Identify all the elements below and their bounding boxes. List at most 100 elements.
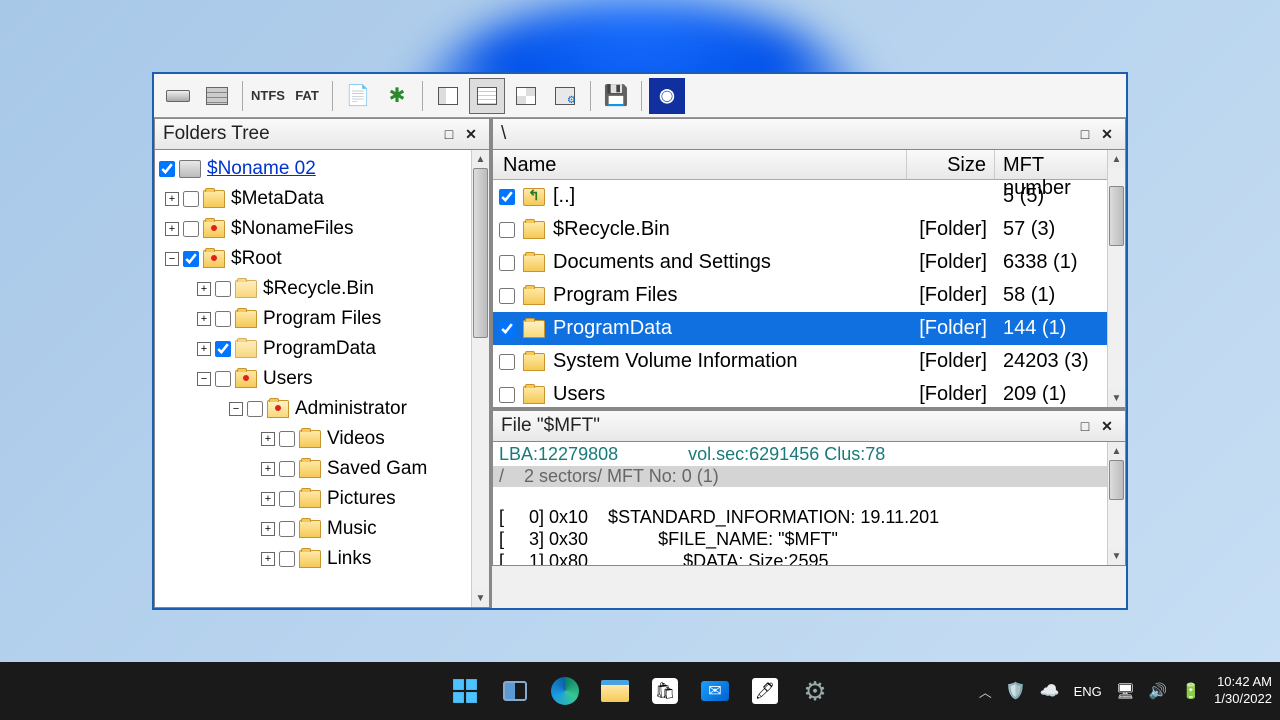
save-btn[interactable]: 💾 bbox=[598, 78, 634, 114]
tree-chk-root[interactable] bbox=[159, 161, 175, 177]
taskview-button[interactable] bbox=[494, 670, 536, 712]
tree-users[interactable]: Users bbox=[263, 368, 313, 390]
file-row[interactable]: Documents and Settings[Folder]6338 (1) bbox=[493, 246, 1125, 279]
list-close-btn[interactable]: ✕ bbox=[1097, 124, 1117, 144]
tree-close-btn[interactable]: ✕ bbox=[461, 124, 481, 144]
scroll-down-icon[interactable]: ▼ bbox=[1108, 547, 1125, 565]
tree-exp-recycle[interactable]: + bbox=[197, 282, 211, 296]
scroll-thumb[interactable] bbox=[1109, 460, 1124, 500]
tree-chk-metadata[interactable] bbox=[183, 191, 199, 207]
file-chk[interactable] bbox=[499, 222, 515, 238]
scroll-down-icon[interactable]: ▼ bbox=[1108, 389, 1125, 407]
edge-button[interactable] bbox=[544, 670, 586, 712]
tray-network-icon[interactable]: 🖥 bbox=[1116, 682, 1135, 700]
fat-btn[interactable]: FAT bbox=[289, 78, 325, 114]
mail-button[interactable]: ✉ bbox=[694, 670, 736, 712]
tree-chk-sroot[interactable] bbox=[183, 251, 199, 267]
tree-chk-music[interactable] bbox=[279, 521, 295, 537]
logo-btn[interactable]: ◉ bbox=[649, 78, 685, 114]
tree-exp-sg[interactable]: + bbox=[261, 462, 275, 476]
col-mft[interactable]: MFT number bbox=[995, 150, 1125, 179]
file-chk[interactable] bbox=[499, 354, 515, 370]
store-button[interactable]: 🛍 bbox=[644, 670, 686, 712]
tree-chk-noname[interactable] bbox=[183, 221, 199, 237]
tree-exp-pd[interactable]: + bbox=[197, 342, 211, 356]
settings-button[interactable]: ⚙ bbox=[794, 670, 836, 712]
tray-battery-icon[interactable]: 🔋 bbox=[1181, 682, 1200, 700]
tree-exp-admin[interactable]: − bbox=[229, 402, 243, 416]
tree-videos[interactable]: Videos bbox=[327, 428, 385, 450]
tree-chk-pf[interactable] bbox=[215, 311, 231, 327]
col-name[interactable]: Name bbox=[493, 150, 907, 179]
tree-admin[interactable]: Administrator bbox=[295, 398, 407, 420]
file-row[interactable]: $Recycle.Bin[Folder]57 (3) bbox=[493, 213, 1125, 246]
file-chk[interactable] bbox=[499, 321, 515, 337]
tree-exp-pf[interactable]: + bbox=[197, 312, 211, 326]
tree-links[interactable]: Links bbox=[327, 548, 371, 570]
scroll-thumb[interactable] bbox=[1109, 186, 1124, 246]
tray-chevron-icon[interactable]: ︿ bbox=[979, 682, 992, 701]
tree-sg[interactable]: Saved Gam bbox=[327, 458, 427, 480]
tree-chk-users[interactable] bbox=[215, 371, 231, 387]
tray-volume-icon[interactable]: 🔊 bbox=[1149, 682, 1168, 700]
tree-exp-videos[interactable]: + bbox=[261, 432, 275, 446]
file-maximize-btn[interactable]: □ bbox=[1075, 416, 1095, 436]
tray-weather-icon[interactable]: ☁️ bbox=[1040, 681, 1060, 701]
ntfs-btn[interactable]: NTFS bbox=[250, 78, 286, 114]
view2-btn[interactable] bbox=[469, 78, 505, 114]
tree-root[interactable]: $Noname 02 bbox=[207, 158, 316, 180]
file-row[interactable]: Program Files[Folder]58 (1) bbox=[493, 279, 1125, 312]
tree-exp-sroot[interactable]: − bbox=[165, 252, 179, 266]
file-chk[interactable] bbox=[499, 189, 515, 205]
tree-exp-users[interactable]: − bbox=[197, 372, 211, 386]
list-scrollbar[interactable]: ▲ ▼ bbox=[1107, 150, 1125, 407]
tray-security-icon[interactable]: 🛡️ bbox=[1006, 681, 1026, 701]
file-close-btn[interactable]: ✕ bbox=[1097, 416, 1117, 436]
tree-pics[interactable]: Pictures bbox=[327, 488, 396, 510]
list-maximize-btn[interactable]: □ bbox=[1075, 124, 1095, 144]
view3-btn[interactable] bbox=[508, 78, 544, 114]
drives-icon-btn[interactable] bbox=[199, 78, 235, 114]
tree-pd[interactable]: ProgramData bbox=[263, 338, 376, 360]
tree-chk-videos[interactable] bbox=[279, 431, 295, 447]
app-button[interactable]: 🖊 bbox=[744, 670, 786, 712]
tree-chk-recycle[interactable] bbox=[215, 281, 231, 297]
tree-exp-metadata[interactable]: + bbox=[165, 192, 179, 206]
scroll-up-icon[interactable]: ▲ bbox=[1108, 442, 1125, 460]
tree-recycle[interactable]: $Recycle.Bin bbox=[263, 278, 374, 300]
tree-chk-pd[interactable] bbox=[215, 341, 231, 357]
tree-chk-admin[interactable] bbox=[247, 401, 263, 417]
tray-clock[interactable]: 10:42 AM 1/30/2022 bbox=[1214, 674, 1272, 708]
file-row[interactable]: Users[Folder]209 (1) bbox=[493, 378, 1125, 408]
tree-exp-pics[interactable]: + bbox=[261, 492, 275, 506]
new-btn[interactable]: ✱ bbox=[379, 78, 415, 114]
file-chk[interactable] bbox=[499, 387, 515, 403]
tree-metadata[interactable]: $MetaData bbox=[231, 188, 324, 210]
tray-lang[interactable]: ENG bbox=[1074, 684, 1102, 699]
scroll-up-icon[interactable]: ▲ bbox=[472, 150, 489, 168]
tree-sroot[interactable]: $Root bbox=[231, 248, 282, 270]
col-size[interactable]: Size bbox=[907, 150, 995, 179]
mft-scrollbar[interactable]: ▲ ▼ bbox=[1107, 442, 1125, 565]
explorer-button[interactable] bbox=[594, 670, 636, 712]
view1-btn[interactable] bbox=[430, 78, 466, 114]
view4-btn[interactable]: ⚙ bbox=[547, 78, 583, 114]
tree-maximize-btn[interactable]: □ bbox=[439, 124, 459, 144]
tree-chk-sg[interactable] bbox=[279, 461, 295, 477]
tree-scrollbar[interactable]: ▲ ▼ bbox=[471, 150, 489, 607]
tree-pf[interactable]: Program Files bbox=[263, 308, 381, 330]
tree-noname[interactable]: $NonameFiles bbox=[231, 218, 354, 240]
file-chk[interactable] bbox=[499, 288, 515, 304]
start-button[interactable] bbox=[444, 670, 486, 712]
file-row[interactable]: System Volume Information[Folder]24203 (… bbox=[493, 345, 1125, 378]
tree-chk-pics[interactable] bbox=[279, 491, 295, 507]
file-row[interactable]: ProgramData[Folder]144 (1) bbox=[493, 312, 1125, 345]
file-chk[interactable] bbox=[499, 255, 515, 271]
scroll-down-icon[interactable]: ▼ bbox=[472, 589, 489, 607]
tree-exp-links[interactable]: + bbox=[261, 552, 275, 566]
tree-exp-noname[interactable]: + bbox=[165, 222, 179, 236]
file-row[interactable]: [..]5 (5) bbox=[493, 180, 1125, 213]
tree-chk-links[interactable] bbox=[279, 551, 295, 567]
tree-music[interactable]: Music bbox=[327, 518, 377, 540]
scroll-up-icon[interactable]: ▲ bbox=[1108, 150, 1125, 168]
